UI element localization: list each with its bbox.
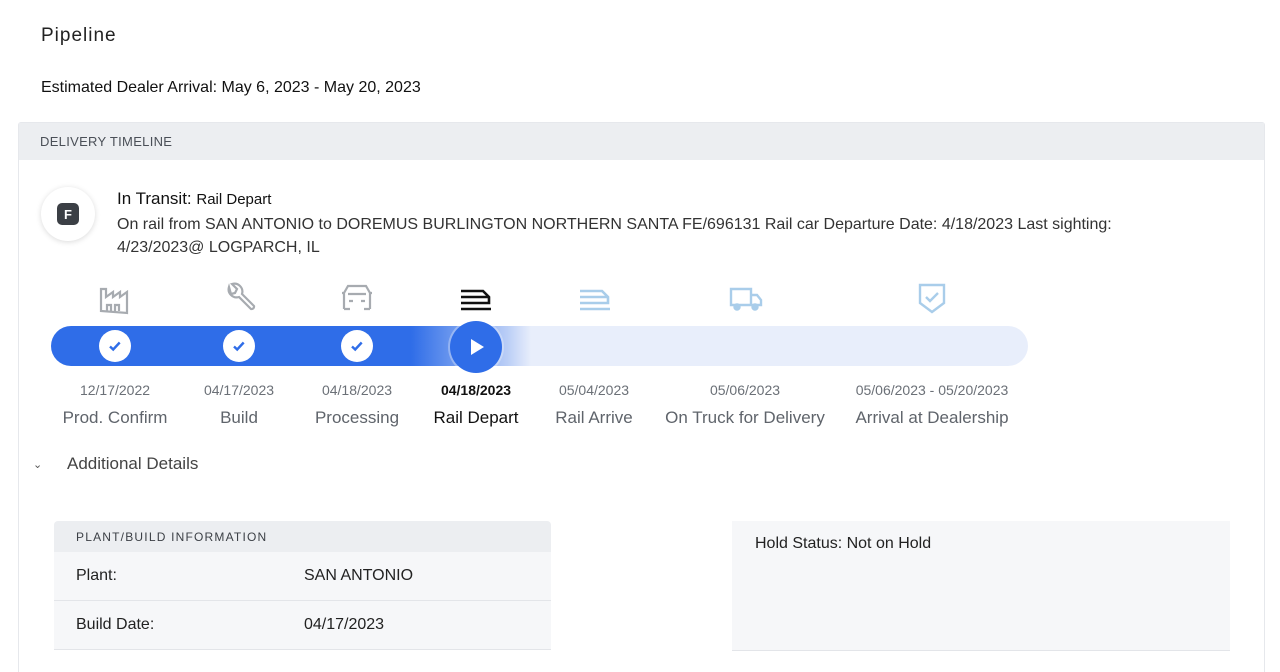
delivery-timeline-header: DELIVERY TIMELINE [19,123,1264,160]
hold-status-card: Hold Status: Not on Hold [732,521,1230,651]
train-icon [575,280,615,316]
brand-badge: F [41,187,95,241]
transit-status-label: In Transit: [117,189,192,208]
step-date-current: 04/18/2023 [440,382,512,398]
wrench-icon [219,280,259,316]
transit-status: In Transit: Rail Depart [117,189,271,209]
factory-icon [95,280,135,316]
build-date-key: Build Date: [76,616,155,633]
additional-details-toggle[interactable]: ⌄ Additional Details [33,454,198,474]
step-label: Rail Arrive [555,408,633,427]
plant-build-header: PLANT/BUILD INFORMATION [54,521,551,552]
table-row: Plant: SAN ANTONIO [54,552,551,601]
step-complete-check-icon [341,330,373,362]
chevron-down-icon: ⌄ [33,458,43,471]
table-row: Build Date: 04/17/2023 [54,601,551,650]
brand-letter: F [57,203,79,225]
page-title: Pipeline [41,25,117,46]
transit-description: On rail from SAN ANTONIO to DOREMUS BURL… [117,216,1112,256]
plant-build-card: PLANT/BUILD INFORMATION Plant: SAN ANTON… [54,521,551,650]
step-date: 05/06/2023 [709,382,781,398]
current-step-play-icon [450,321,502,373]
car-front-icon [337,280,377,316]
step-date: 05/06/2023 - 05/20/2023 [855,382,1009,398]
train-icon [456,280,496,316]
build-date-value: 04/17/2023 [304,616,385,633]
step-label: Prod. Confirm [62,408,168,427]
step-date: 04/18/2023 [321,382,393,398]
transit-status-detail: Rail Depart [196,191,272,208]
plant-value: SAN ANTONIO [304,567,414,584]
step-complete-check-icon [223,330,255,362]
step-date: 12/17/2022 [79,382,151,398]
step-date: 04/17/2023 [203,382,275,398]
hold-status-text: Hold Status: Not on Hold [755,535,932,552]
delivery-timeline-panel: DELIVERY TIMELINE F In Transit: Rail Dep… [18,122,1265,672]
step-label: Arrival at Dealership [855,408,1009,427]
shield-check-icon [912,280,952,316]
step-complete-check-icon [99,330,131,362]
step-label: On Truck for Delivery [665,408,825,427]
step-date: 05/04/2023 [558,382,630,398]
plant-key: Plant: [76,567,117,584]
estimated-arrival: Estimated Dealer Arrival: May 6, 2023 - … [41,79,421,96]
truck-icon [726,280,766,316]
step-label: Processing [314,408,400,427]
additional-details-label: Additional Details [67,454,199,473]
step-label-current: Rail Depart [433,408,519,427]
step-label: Build [220,408,258,427]
